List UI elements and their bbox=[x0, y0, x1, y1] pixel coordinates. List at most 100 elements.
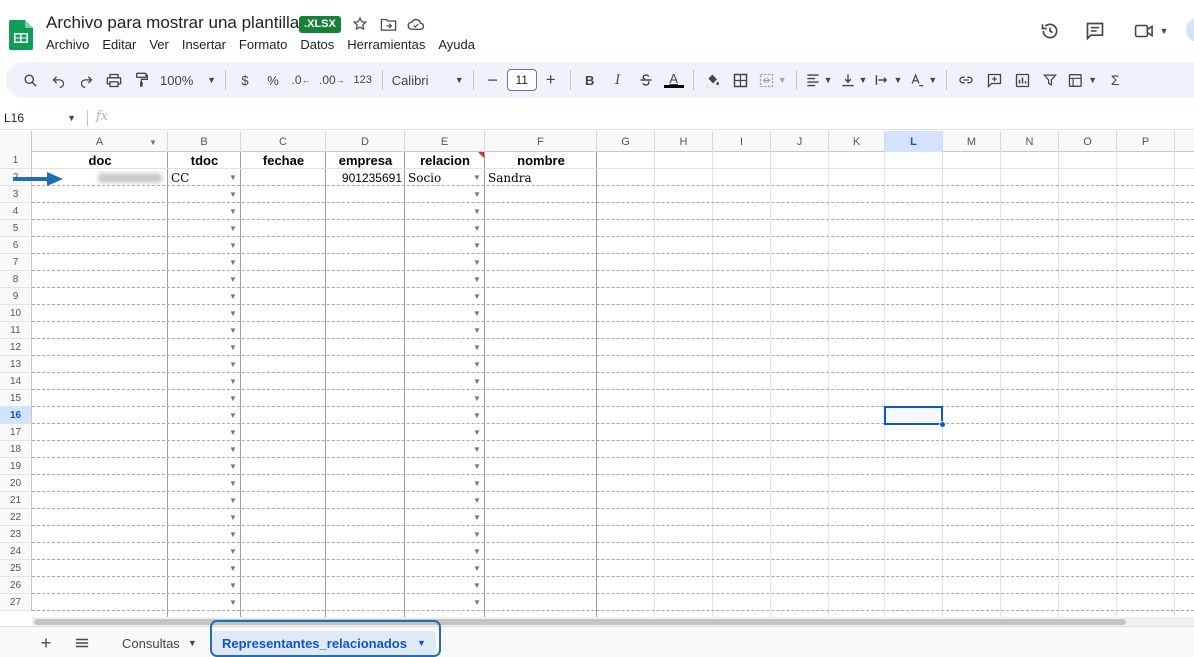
print-icon[interactable] bbox=[104, 68, 124, 92]
menu-formato[interactable]: Formato bbox=[239, 37, 287, 52]
insert-chart-icon[interactable] bbox=[1012, 68, 1032, 92]
header-cell-f[interactable]: nombre bbox=[485, 152, 597, 169]
cell-dropdown-icon[interactable]: ▼ bbox=[472, 356, 482, 373]
column-header-h[interactable]: H bbox=[655, 131, 713, 152]
row-header-15[interactable]: 15 bbox=[0, 390, 32, 407]
undo-icon[interactable] bbox=[48, 68, 68, 92]
header-cell-c[interactable]: fechae bbox=[241, 152, 326, 169]
cell-dropdown-icon[interactable]: ▼ bbox=[228, 390, 238, 407]
column-header-n[interactable]: N bbox=[1001, 131, 1059, 152]
fill-handle[interactable] bbox=[939, 421, 946, 428]
cell-dropdown-icon[interactable]: ▼ bbox=[472, 441, 482, 458]
cell-dropdown-icon[interactable]: ▼ bbox=[228, 186, 238, 203]
row-header-3[interactable]: 3 bbox=[0, 186, 32, 203]
row-header-8[interactable]: 8 bbox=[0, 271, 32, 288]
cell-dropdown-icon[interactable]: ▼ bbox=[472, 543, 482, 560]
text-wrap-icon[interactable]: ▼ bbox=[875, 68, 902, 92]
decrease-decimals-button[interactable]: .0 ← bbox=[291, 68, 311, 92]
decrease-font-size-button[interactable]: − bbox=[483, 68, 503, 92]
row-header-19[interactable]: 19 bbox=[0, 458, 32, 475]
cell-dropdown-icon[interactable]: ▼ bbox=[472, 203, 482, 220]
column-a-dropdown-icon[interactable]: ▼ bbox=[148, 136, 158, 148]
cell-dropdown-icon[interactable]: ▼ bbox=[472, 390, 482, 407]
menu-datos[interactable]: Datos bbox=[300, 37, 334, 52]
cell-dropdown-icon[interactable]: ▼ bbox=[472, 560, 482, 577]
avatar[interactable] bbox=[1186, 18, 1194, 42]
column-header-o[interactable]: O bbox=[1059, 131, 1117, 152]
row-header-6[interactable]: 6 bbox=[0, 237, 32, 254]
document-title[interactable]: Archivo para mostrar una plantilla bbox=[46, 13, 299, 33]
cell-dropdown-icon[interactable]: ▼ bbox=[472, 526, 482, 543]
cell-dropdown-icon[interactable]: ▼ bbox=[228, 237, 238, 254]
zoom-select[interactable]: 100% ▼ bbox=[160, 68, 216, 92]
row-header-27[interactable]: 27 bbox=[0, 594, 32, 611]
filter-views-icon[interactable]: ▼ bbox=[1068, 68, 1097, 92]
header-cell-d[interactable]: empresa bbox=[326, 152, 405, 169]
version-history-icon[interactable] bbox=[1037, 18, 1063, 44]
column-header-d[interactable]: D bbox=[326, 131, 405, 152]
menu-ver[interactable]: Ver bbox=[149, 37, 169, 52]
menu-herramientas[interactable]: Herramientas bbox=[347, 37, 425, 52]
cell-dropdown-icon[interactable]: ▼ bbox=[228, 356, 238, 373]
row-header-24[interactable]: 24 bbox=[0, 543, 32, 560]
active-cell[interactable] bbox=[884, 406, 943, 425]
column-header-p[interactable]: P bbox=[1117, 131, 1175, 152]
data-cell-b2[interactable]: CC bbox=[168, 169, 241, 186]
italic-button[interactable]: I bbox=[608, 68, 628, 92]
row-header-26[interactable]: 26 bbox=[0, 577, 32, 594]
header-cell-a[interactable]: doc bbox=[32, 152, 168, 169]
column-header-f[interactable]: F bbox=[485, 131, 597, 152]
scrollbar-thumb[interactable] bbox=[34, 619, 1126, 625]
cell-dropdown-icon[interactable]: ▼ bbox=[228, 560, 238, 577]
row-header-13[interactable]: 13 bbox=[0, 356, 32, 373]
data-cell-f2[interactable]: Sandra bbox=[485, 169, 597, 186]
column-header-g[interactable]: G bbox=[597, 131, 655, 152]
cell-dropdown-icon[interactable]: ▼ bbox=[472, 577, 482, 594]
cell-dropdown-icon[interactable]: ▼ bbox=[228, 577, 238, 594]
text-color-button[interactable]: A bbox=[663, 68, 684, 92]
all-sheets-icon[interactable] bbox=[72, 633, 92, 653]
functions-button[interactable]: Σ bbox=[1105, 68, 1125, 92]
bold-button[interactable]: B bbox=[580, 68, 600, 92]
currency-format-button[interactable]: $ bbox=[235, 68, 255, 92]
row-header-4[interactable]: 4 bbox=[0, 203, 32, 220]
cell-dropdown-icon[interactable]: ▼ bbox=[472, 407, 482, 424]
spreadsheet-grid[interactable]: ABCDEFGHIJKLMNOP ▼ 12▼▼3▼▼4▼▼5▼▼6▼▼7▼▼8▼… bbox=[0, 131, 1194, 617]
row-header-25[interactable]: 25 bbox=[0, 560, 32, 577]
increase-font-size-button[interactable]: + bbox=[541, 68, 561, 92]
cell-dropdown-icon[interactable]: ▼ bbox=[228, 339, 238, 356]
insert-comment-icon[interactable] bbox=[984, 68, 1004, 92]
cell-dropdown-icon[interactable]: ▼ bbox=[472, 373, 482, 390]
cell-dropdown-icon[interactable]: ▼ bbox=[472, 254, 482, 271]
cell-dropdown-icon[interactable]: ▼ bbox=[472, 305, 482, 322]
cell-dropdown-icon[interactable]: ▼ bbox=[228, 203, 238, 220]
sheets-logo-icon[interactable] bbox=[9, 20, 33, 50]
header-cell-e[interactable]: relacion bbox=[405, 152, 485, 169]
cell-dropdown-icon[interactable]: ▼ bbox=[228, 220, 238, 237]
sheet-tab-consultas[interactable]: Consultas ▼ bbox=[122, 631, 197, 655]
column-header-e[interactable]: E bbox=[405, 131, 485, 152]
cell-dropdown-icon[interactable]: ▼ bbox=[228, 441, 238, 458]
cell-dropdown-icon[interactable]: ▼ bbox=[228, 492, 238, 509]
cell-dropdown-icon[interactable]: ▼ bbox=[228, 288, 238, 305]
strikethrough-icon[interactable] bbox=[636, 68, 656, 92]
row-header-21[interactable]: 21 bbox=[0, 492, 32, 509]
search-menus-icon[interactable] bbox=[20, 68, 40, 92]
column-header-j[interactable]: J bbox=[771, 131, 829, 152]
column-header-k[interactable]: K bbox=[829, 131, 885, 152]
number-format-button[interactable]: 123 bbox=[353, 68, 373, 92]
percent-format-button[interactable]: % bbox=[263, 68, 283, 92]
row-header-10[interactable]: 10 bbox=[0, 305, 32, 322]
data-cell-d2[interactable]: 901235691 bbox=[326, 169, 405, 186]
cell-dropdown-icon[interactable]: ▼ bbox=[472, 475, 482, 492]
cell-dropdown-icon[interactable]: ▼ bbox=[472, 424, 482, 441]
move-folder-icon[interactable] bbox=[378, 14, 398, 34]
row-header-14[interactable]: 14 bbox=[0, 373, 32, 390]
cell-dropdown-icon[interactable]: ▼ bbox=[228, 322, 238, 339]
insert-link-icon[interactable] bbox=[956, 68, 976, 92]
cell-dropdown-icon[interactable]: ▼ bbox=[228, 458, 238, 475]
menu-editar[interactable]: Editar bbox=[102, 37, 136, 52]
row-header-17[interactable]: 17 bbox=[0, 424, 32, 441]
row-header-11[interactable]: 11 bbox=[0, 322, 32, 339]
vertical-align-icon[interactable]: ▼ bbox=[841, 68, 867, 92]
